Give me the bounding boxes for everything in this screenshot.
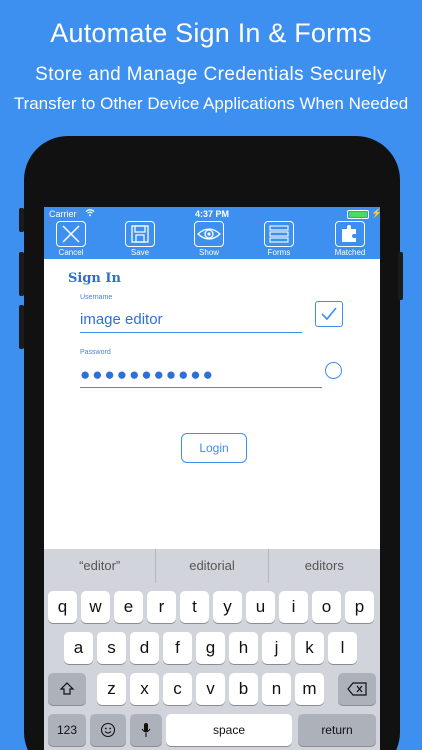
key-p[interactable]: p <box>345 591 374 623</box>
key-j[interactable]: j <box>262 632 291 664</box>
volume-down-button <box>19 305 24 349</box>
emoji-icon <box>100 722 116 738</box>
key-r[interactable]: r <box>147 591 176 623</box>
key-h[interactable]: h <box>229 632 258 664</box>
status-time: 4:37 PM <box>194 209 229 219</box>
top-bar: Carrier 4:37 PM ⚡ Cancel Save Show Forms… <box>44 207 380 259</box>
dictation-key[interactable] <box>130 714 162 746</box>
key-k[interactable]: k <box>295 632 324 664</box>
key-v[interactable]: v <box>196 673 225 705</box>
backspace-icon <box>347 682 367 696</box>
key-c[interactable]: c <box>163 673 192 705</box>
eye-icon <box>194 221 224 247</box>
keyboard: “editor” editorial editors q w e r t y u… <box>44 549 380 750</box>
cancel-label: Cancel <box>58 248 84 257</box>
key-z[interactable]: z <box>97 673 126 705</box>
mute-switch <box>19 208 24 232</box>
key-m[interactable]: m <box>295 673 324 705</box>
page-title: Sign In <box>68 271 121 286</box>
space-key[interactable]: space <box>166 714 292 746</box>
floppy-disk-icon <box>125 221 155 247</box>
key-d[interactable]: d <box>130 632 159 664</box>
key-n[interactable]: n <box>262 673 291 705</box>
cancel-button[interactable]: Cancel <box>45 221 97 259</box>
close-icon <box>56 221 86 247</box>
key-o[interactable]: o <box>312 591 341 623</box>
suggestion-item[interactable]: editorial <box>156 549 269 583</box>
forms-label: Forms <box>267 248 291 257</box>
username-label: Username <box>80 294 113 301</box>
backspace-key[interactable] <box>338 673 376 705</box>
forms-button[interactable]: Forms <box>253 221 305 259</box>
shift-key[interactable] <box>48 673 86 705</box>
key-b[interactable]: b <box>229 673 258 705</box>
key-w[interactable]: w <box>81 591 110 623</box>
key-f[interactable]: f <box>163 632 192 664</box>
return-key[interactable]: return <box>298 714 376 746</box>
key-s[interactable]: s <box>97 632 126 664</box>
key-g[interactable]: g <box>196 632 225 664</box>
key-i[interactable]: i <box>279 591 308 623</box>
save-label: Save <box>130 248 150 257</box>
charging-icon: ⚡ <box>371 208 380 218</box>
key-q[interactable]: q <box>48 591 77 623</box>
app-screen: Carrier 4:37 PM ⚡ Cancel Save Show Forms… <box>44 207 380 750</box>
volume-up-button <box>19 252 24 296</box>
suggestion-item[interactable]: editors <box>269 549 380 583</box>
username-field[interactable] <box>80 307 302 333</box>
save-button[interactable]: Save <box>114 221 166 259</box>
emoji-key[interactable] <box>90 714 126 746</box>
matched-button[interactable]: Matched <box>324 221 376 259</box>
puzzle-icon <box>335 221 365 247</box>
suggestion-bar: “editor” editorial editors <box>44 549 380 583</box>
suggestion-item[interactable]: “editor” <box>44 549 157 583</box>
remember-checkbox[interactable] <box>315 301 343 327</box>
power-button <box>398 252 403 300</box>
password-radio-button[interactable] <box>325 362 342 379</box>
status-bar: Carrier 4:37 PM ⚡ <box>44 207 380 221</box>
key-t[interactable]: t <box>180 591 209 623</box>
key-a[interactable]: a <box>64 632 93 664</box>
password-label: Password <box>80 349 111 356</box>
list-icon <box>264 221 294 247</box>
key-l[interactable]: l <box>328 632 357 664</box>
key-u[interactable]: u <box>246 591 275 623</box>
numbers-key[interactable]: 123 <box>48 714 86 746</box>
login-button[interactable]: Login <box>181 433 247 463</box>
password-field[interactable] <box>80 362 322 388</box>
microphone-icon <box>141 723 151 737</box>
key-x[interactable]: x <box>130 673 159 705</box>
promo-tagline: Transfer to Other Device Applications Wh… <box>13 94 409 113</box>
promo-subheadline: Store and Manage Credentials Securely <box>35 64 387 85</box>
shift-icon <box>59 682 75 695</box>
promo-headline: Automate Sign In & Forms <box>50 18 372 48</box>
key-y[interactable]: y <box>213 591 242 623</box>
matched-label: Matched <box>334 248 366 257</box>
key-e[interactable]: e <box>114 591 143 623</box>
battery-icon <box>347 210 369 219</box>
show-label: Show <box>198 248 219 257</box>
show-button[interactable]: Show <box>183 221 235 259</box>
checkmark-icon <box>321 307 337 321</box>
